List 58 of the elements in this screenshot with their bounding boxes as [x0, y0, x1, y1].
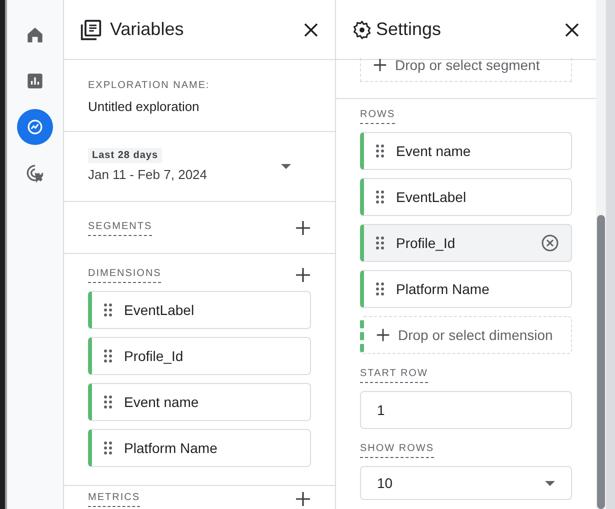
segment-drop-zone[interactable]: Drop or select segment — [360, 58, 572, 82]
dropdown-arrow-icon — [545, 480, 555, 486]
date-badge: Last 28 days — [88, 148, 162, 164]
dimension-chip[interactable]: EventLabel — [360, 178, 572, 216]
section-label: ROWS — [360, 107, 396, 124]
dimension-chip[interactable]: Profile_Id — [88, 337, 311, 375]
drag-handle-icon[interactable] — [104, 395, 112, 409]
date-range: Jan 11 - Feb 7, 2024 — [88, 166, 208, 184]
plus-icon[interactable] — [295, 266, 311, 282]
nav-item[interactable] — [17, 109, 53, 145]
list-icon — [80, 18, 102, 40]
drag-handle-icon[interactable] — [376, 144, 384, 158]
close-icon[interactable] — [303, 22, 319, 38]
settings-icon — [352, 20, 372, 40]
dimension-name: Platform Name — [124, 438, 218, 458]
show-rows-select[interactable]: 10 — [360, 466, 572, 500]
dimension-name: Profile_Id — [396, 234, 456, 253]
dimension-name: EventLabel — [396, 188, 468, 206]
dimension-chip[interactable]: Platform Name — [360, 270, 572, 308]
plus-icon[interactable] — [376, 328, 390, 342]
section-label: METRICS — [88, 490, 140, 507]
drop-zone-text: Drop or select dimension — [398, 326, 553, 345]
dimension-drop-zone[interactable]: Drop or select dimension — [360, 316, 572, 354]
scrollbar-thumb[interactable] — [597, 215, 605, 509]
close-icon[interactable] — [564, 22, 580, 38]
dimension-name: Event name — [396, 142, 472, 160]
dimension-chip[interactable]: EventLabel — [88, 291, 311, 329]
drag-handle-icon[interactable] — [376, 190, 384, 204]
section-label: DIMENSIONS — [88, 266, 162, 283]
dimension-chip[interactable]: Platform Name — [88, 429, 311, 467]
field-label: START ROW — [360, 366, 428, 383]
dimension-chip[interactable]: Event name — [88, 383, 311, 421]
dimension-name: EventLabel — [124, 300, 196, 320]
panel-title: Variables — [110, 18, 185, 41]
start-row-field[interactable]: 1 — [360, 391, 572, 429]
plus-icon[interactable] — [373, 58, 387, 72]
plus-icon[interactable] — [295, 490, 311, 506]
dimension-name: Platform Name — [396, 280, 490, 298]
dimension-name: Event name — [124, 392, 200, 412]
field-label: SHOW ROWS — [360, 441, 434, 458]
dimension-name: Profile_Id — [124, 346, 184, 366]
drag-handle-icon[interactable] — [104, 303, 112, 317]
remove-icon[interactable] — [541, 234, 559, 252]
section-label: SEGMENTS — [88, 219, 152, 236]
cursor-target-icon — [24, 162, 46, 184]
plus-icon[interactable] — [295, 220, 311, 236]
dimension-chip[interactable]: Profile_Id — [360, 224, 572, 262]
drag-handle-icon[interactable] — [376, 236, 384, 250]
dropdown-arrow-icon — [281, 164, 291, 169]
drop-zone-text: Drop or select segment — [395, 58, 540, 72]
date-picker[interactable]: Last 28 days Jan 11 - Feb 7, 2024 — [64, 132, 335, 202]
drag-handle-icon[interactable] — [104, 349, 112, 363]
field-label: EXPLORATION NAME: — [88, 79, 211, 93]
dimension-chip[interactable]: Event name — [360, 132, 572, 170]
drag-handle-icon[interactable] — [376, 282, 384, 296]
drag-handle-icon[interactable] — [104, 441, 112, 455]
exploration-name[interactable]: Untitled exploration — [88, 97, 311, 116]
panel-title: Settings — [376, 18, 442, 41]
